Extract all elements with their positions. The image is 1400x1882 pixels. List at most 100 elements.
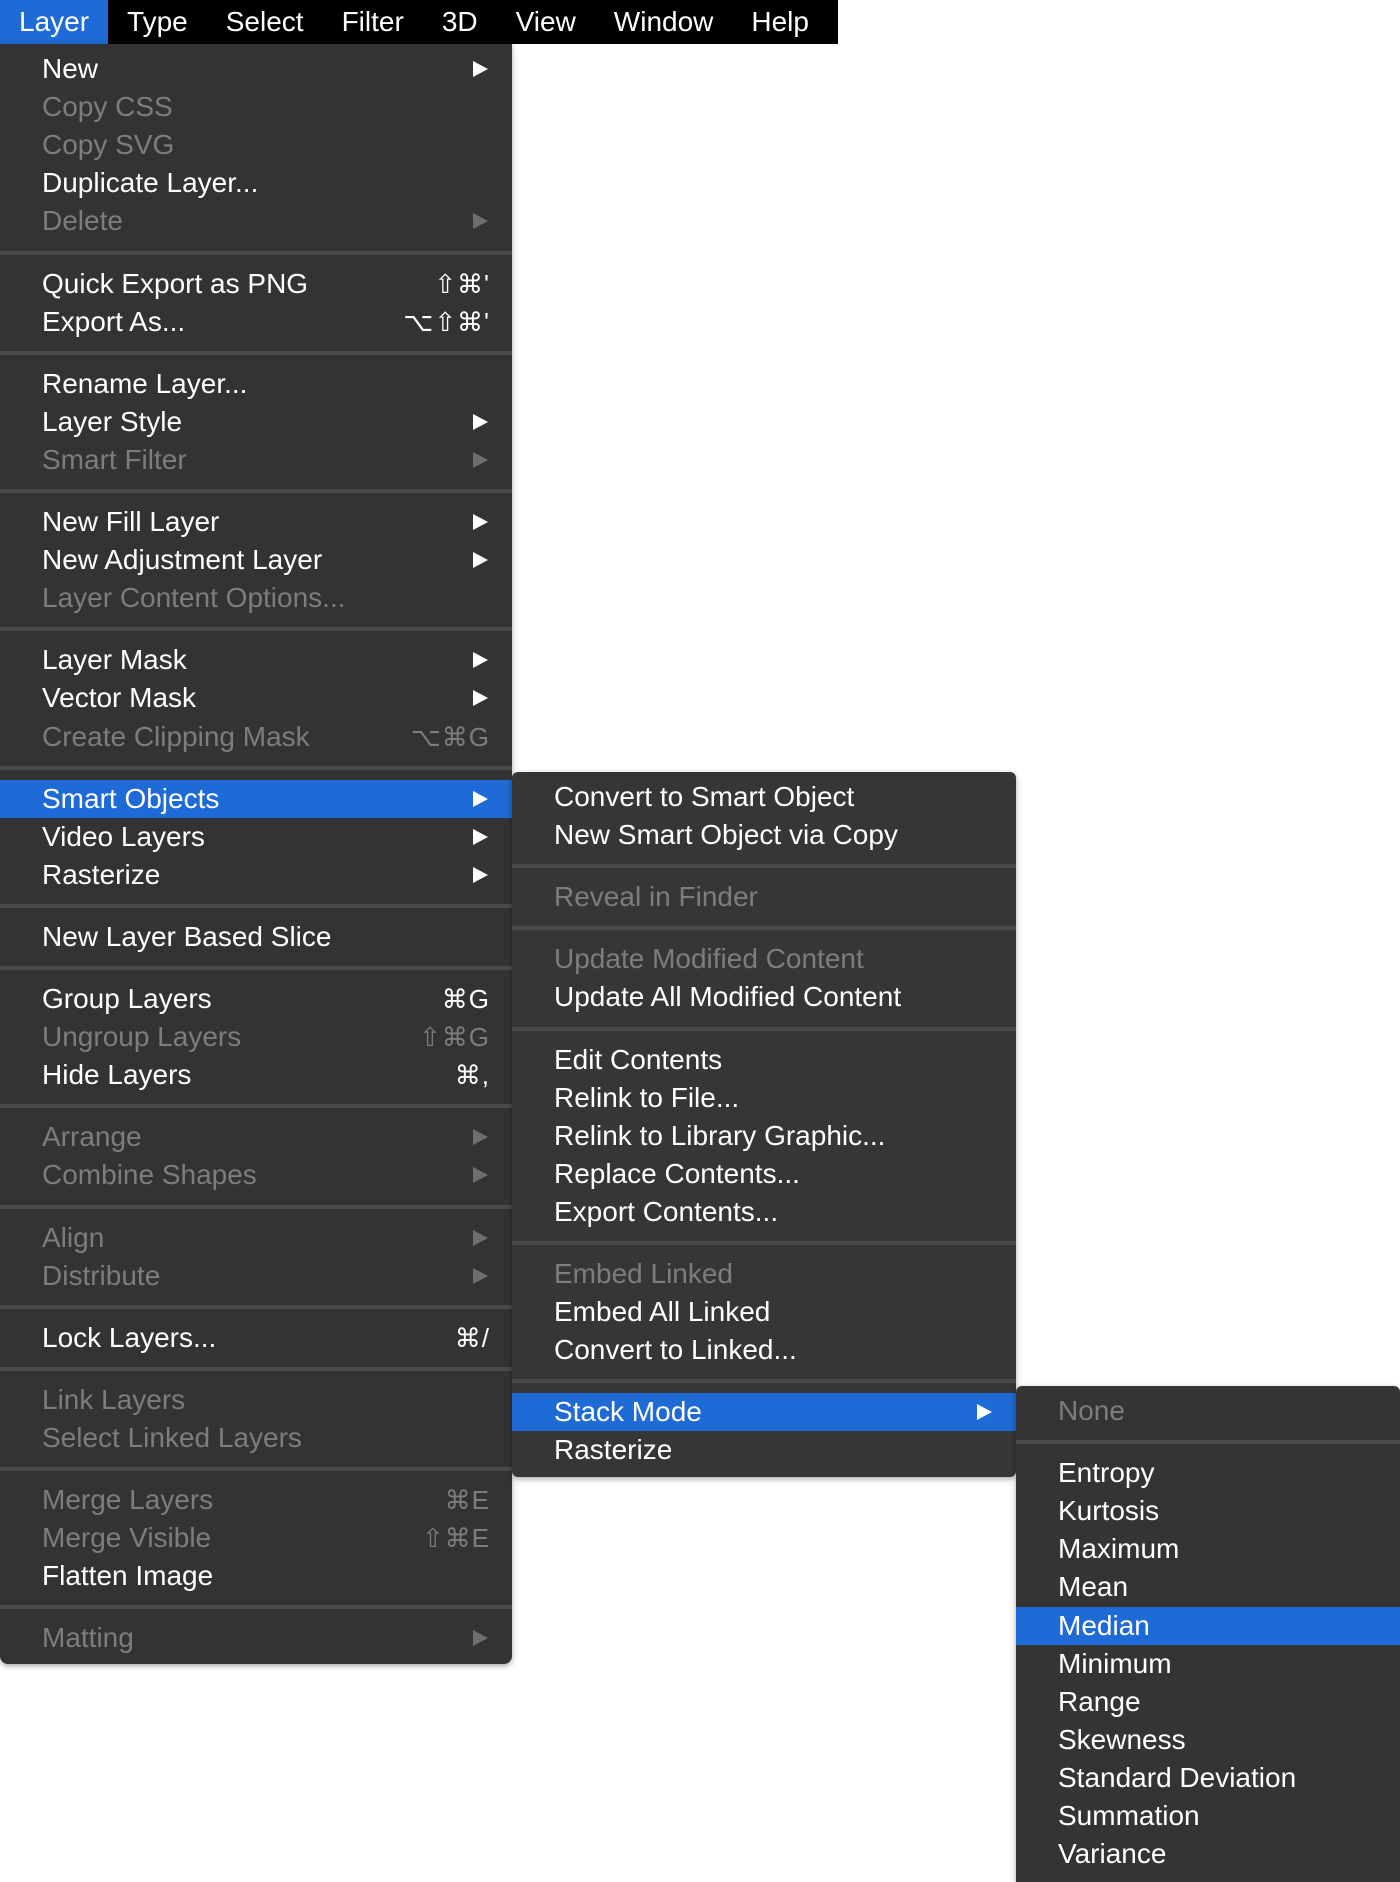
menu-item-label: Kurtosis	[1058, 1495, 1160, 1527]
menu-item-new-adjustment-layer[interactable]: New Adjustment Layer	[0, 541, 512, 579]
menu-item-duplicate-layer[interactable]: Duplicate Layer...	[0, 164, 512, 202]
menu-item-range[interactable]: Range	[1016, 1683, 1400, 1721]
menubar-item-select[interactable]: Select	[207, 0, 323, 44]
menu-item-label: Standard Deviation	[1058, 1761, 1297, 1793]
menu-item-embed-linked: Embed Linked	[512, 1255, 1016, 1293]
menu-item-label: Select Linked Layers	[42, 1421, 302, 1453]
submenu-arrow-icon	[473, 1267, 488, 1284]
menu-item-distribute: Distribute	[0, 1257, 512, 1295]
submenu-arrow-icon	[473, 552, 488, 569]
menu-item-video-layers[interactable]: Video Layers	[0, 818, 512, 856]
menu-item-convert-to-smart-object[interactable]: Convert to Smart Object	[512, 778, 1016, 816]
menubar-item-view[interactable]: View	[497, 0, 595, 44]
menu-separator	[0, 627, 512, 632]
menubar-item-3d[interactable]: 3D	[423, 0, 497, 44]
menu-item-none: None	[1016, 1392, 1400, 1430]
menu-item-label: Lock Layers...	[42, 1321, 217, 1353]
menu-item-minimum[interactable]: Minimum	[1016, 1645, 1400, 1683]
menu-item-label: Distribute	[42, 1259, 161, 1291]
menu-item-relink-to-library-graphic[interactable]: Relink to Library Graphic...	[512, 1117, 1016, 1155]
menu-item-label: Stack Mode	[554, 1396, 702, 1428]
menu-item-label: Video Layers	[42, 820, 205, 852]
submenu-arrow-icon	[473, 1129, 488, 1146]
menu-item-align: Align	[0, 1219, 512, 1257]
menu-item-label: Create Clipping Mask	[42, 720, 310, 752]
menu-item-replace-contents[interactable]: Replace Contents...	[512, 1155, 1016, 1193]
menu-item-embed-all-linked[interactable]: Embed All Linked	[512, 1293, 1016, 1331]
shortcut-label: ⌥⇧⌘'	[403, 306, 490, 337]
menu-item-update-all-modified-content[interactable]: Update All Modified Content	[512, 978, 1016, 1016]
menu-item-label: New Fill Layer	[42, 506, 220, 537]
menu-item-summation[interactable]: Summation	[1016, 1797, 1400, 1835]
menu-separator	[0, 489, 512, 493]
menu-separator	[0, 1204, 512, 1209]
menu-item-lock-layers[interactable]: Lock Layers... ⌘/	[0, 1319, 512, 1357]
menu-item-group-layers[interactable]: Group Layers ⌘G	[0, 980, 512, 1018]
submenu-arrow-icon	[473, 790, 488, 807]
menu-item-entropy[interactable]: Entropy	[1016, 1454, 1400, 1492]
menu-item-combine-shapes: Combine Shapes	[0, 1156, 512, 1194]
menu-item-rename-layer[interactable]: Rename Layer...	[0, 365, 512, 403]
menu-item-convert-to-linked[interactable]: Convert to Linked...	[512, 1331, 1016, 1369]
menubar-item-help[interactable]: Help	[732, 0, 828, 44]
menu-item-copy-css: Copy CSS	[0, 88, 512, 126]
menu-item-rasterize[interactable]: Rasterize	[512, 1431, 1016, 1469]
menu-item-label: Range	[1058, 1685, 1141, 1717]
menu-item-mean[interactable]: Mean	[1016, 1568, 1400, 1606]
menu-item-edit-contents[interactable]: Edit Contents	[512, 1041, 1016, 1079]
menu-item-smart-objects[interactable]: Smart Objects	[0, 779, 512, 818]
menu-item-skewness[interactable]: Skewness	[1016, 1721, 1400, 1759]
menu-item-label: Layer Style	[42, 405, 183, 437]
menu-item-label: Ungroup Layers	[42, 1021, 242, 1053]
menu-item-standard-deviation[interactable]: Standard Deviation	[1016, 1759, 1400, 1797]
menu-item-layer-style[interactable]: Layer Style	[0, 403, 512, 441]
stack-mode-submenu: None Entropy Kurtosis Maximum Mean Median Mini…	[1016, 1386, 1400, 1882]
menu-item-label: Matting	[42, 1622, 134, 1654]
menu-item-layer-mask[interactable]: Layer Mask	[0, 641, 512, 679]
shortcut-label: ⇧⌘G	[418, 1022, 490, 1053]
menu-item-label: None	[1058, 1395, 1125, 1426]
menu-item-quick-export-as-png[interactable]: Quick Export as PNG ⇧⌘'	[0, 265, 512, 303]
shortcut-label: ⇧⌘'	[434, 268, 490, 299]
menu-item-label: Merge Layers	[42, 1484, 214, 1515]
menu-separator	[512, 1379, 1016, 1384]
menu-item-label: Summation	[1058, 1800, 1200, 1831]
menu-item-label: New Adjustment Layer	[42, 544, 323, 576]
layer-menu: New Copy CSS Copy SVG Duplicate Layer... Del…	[0, 44, 512, 1664]
shortcut-label: ⌘,	[454, 1060, 490, 1091]
menubar-item-layer[interactable]: Layer	[0, 0, 109, 44]
menubar-item-type[interactable]: Type	[108, 0, 207, 44]
menu-item-label: Quick Export as PNG	[42, 267, 309, 299]
menu-bar: Layer Type Select Filter 3D View Window Help	[0, 0, 838, 44]
menu-item-flatten-image[interactable]: Flatten Image	[0, 1557, 512, 1595]
menu-item-label: Edit Contents	[554, 1043, 723, 1075]
menu-item-label: Flatten Image	[42, 1560, 214, 1592]
menu-item-delete: Delete	[0, 202, 512, 240]
menu-item-relink-to-file[interactable]: Relink to File...	[512, 1079, 1016, 1117]
menu-item-vector-mask[interactable]: Vector Mask	[0, 679, 512, 717]
menu-item-label: Skewness	[1058, 1723, 1186, 1755]
submenu-arrow-icon	[473, 1630, 488, 1647]
menu-item-label: Variance	[1058, 1838, 1167, 1870]
menu-item-stack-mode[interactable]: Stack Mode	[512, 1393, 1016, 1432]
menu-item-export-contents[interactable]: Export Contents...	[512, 1193, 1016, 1231]
menu-item-link-layers: Link Layers	[0, 1381, 512, 1419]
menu-item-new[interactable]: New	[0, 50, 512, 88]
shortcut-label: ⇧⌘E	[421, 1523, 490, 1554]
menu-item-label: Relink to File...	[554, 1081, 740, 1113]
menu-item-maximum[interactable]: Maximum	[1016, 1530, 1400, 1568]
menu-item-rasterize[interactable]: Rasterize	[0, 856, 512, 894]
menu-item-hide-layers[interactable]: Hide Layers ⌘,	[0, 1056, 512, 1094]
menubar-item-filter[interactable]: Filter	[323, 0, 423, 44]
menu-item-new-layer-based-slice[interactable]: New Layer Based Slice	[0, 918, 512, 956]
menu-item-kurtosis[interactable]: Kurtosis	[1016, 1492, 1400, 1530]
menu-item-export-as[interactable]: Export As... ⌥⇧⌘'	[0, 303, 512, 341]
menu-item-copy-svg: Copy SVG	[0, 126, 512, 164]
menu-item-new-smart-object-via-copy[interactable]: New Smart Object via Copy	[512, 816, 1016, 854]
menu-item-label: Group Layers	[42, 983, 212, 1014]
menu-item-label: Reveal in Finder	[554, 881, 758, 913]
menu-item-new-fill-layer[interactable]: New Fill Layer	[0, 503, 512, 541]
menubar-item-window[interactable]: Window	[595, 0, 733, 44]
menu-item-variance[interactable]: Variance	[1016, 1835, 1400, 1873]
menu-item-median[interactable]: Median	[1016, 1606, 1400, 1645]
